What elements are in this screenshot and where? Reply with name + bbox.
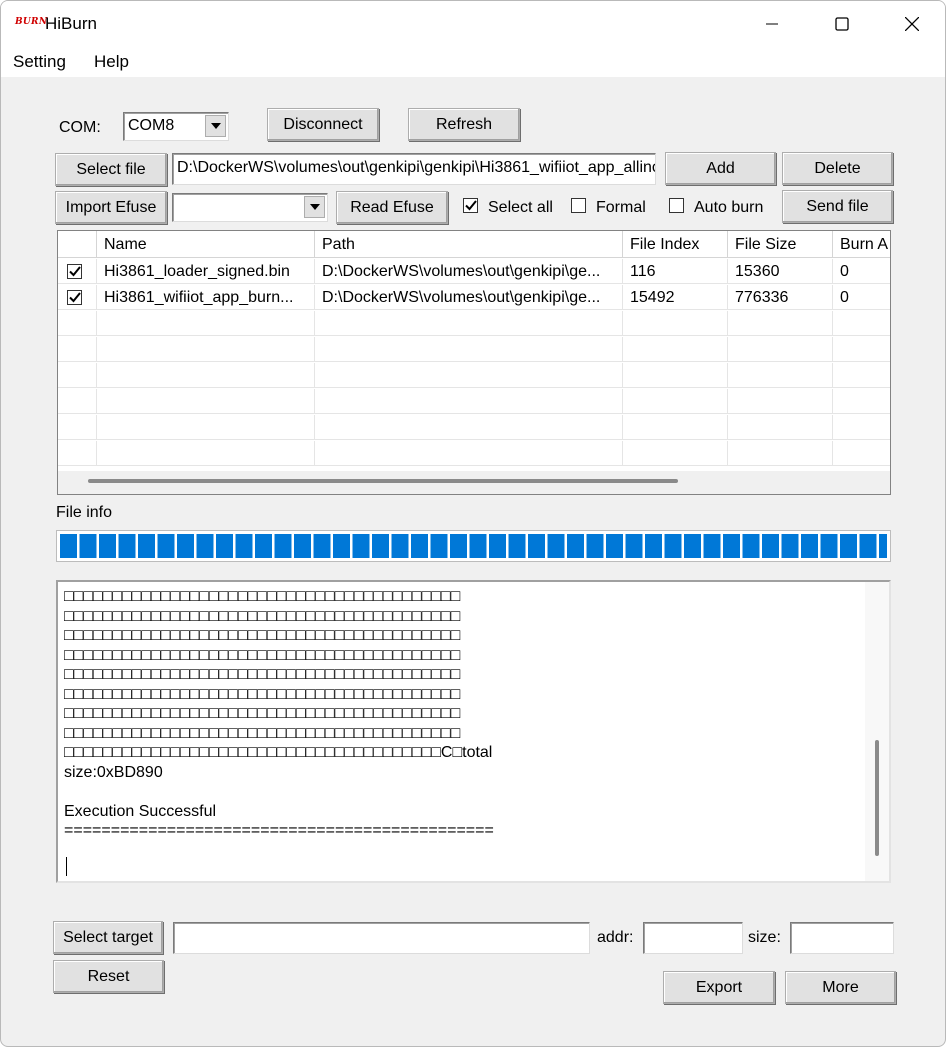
com-select-value: COM8 — [128, 117, 175, 134]
com-dropdown-button[interactable] — [205, 115, 226, 137]
log-scroll-thumb[interactable] — [875, 740, 879, 856]
row-path: D:\DockerWS\volumes\out\genkipi\ge... — [315, 259, 623, 284]
log-text: □□□□□□□□□□□□□□□□□□□□□□□□□□□□□□□□□□□□□□□□… — [64, 588, 494, 839]
table-row-empty — [58, 337, 890, 362]
efuse-dropdown-button[interactable] — [304, 196, 325, 218]
efuse-select[interactable] — [172, 193, 328, 222]
checkmark-icon — [68, 266, 81, 277]
row-check-cell — [58, 259, 97, 284]
app-logo: BURN — [15, 17, 48, 27]
chevron-down-icon — [309, 204, 320, 210]
table-row-empty — [58, 311, 890, 336]
maximize-button[interactable] — [807, 1, 877, 47]
more-button[interactable]: More — [785, 971, 896, 1004]
file-table: Name Path File Index File Size Burn A Hi… — [57, 230, 891, 495]
progress-fill — [60, 534, 887, 558]
delete-button[interactable]: Delete — [782, 152, 893, 185]
column-header-file-size[interactable]: File Size — [728, 231, 833, 258]
chevron-down-icon — [210, 123, 221, 129]
table-row-empty — [58, 363, 890, 388]
select-target-button[interactable]: Select target — [53, 921, 163, 954]
table-header: Name Path File Index File Size Burn A — [58, 231, 890, 258]
auto-burn-label[interactable]: Auto burn — [694, 199, 763, 217]
select-file-button[interactable]: Select file — [55, 153, 167, 186]
column-header-path[interactable]: Path — [315, 231, 623, 258]
burn-progress-bar — [56, 530, 891, 562]
table-scroll-thumb[interactable] — [88, 479, 678, 483]
select-all-label[interactable]: Select all — [488, 199, 553, 217]
com-select[interactable]: COM8 — [123, 112, 229, 141]
title-bar[interactable]: BURN HiBurn — [1, 1, 945, 47]
formal-label[interactable]: Formal — [596, 199, 646, 217]
table-row[interactable]: Hi3861_loader_signed.bin D:\DockerWS\vol… — [58, 259, 890, 284]
file-path-field[interactable]: D:\DockerWS\volumes\out\genkipi\genkipi\… — [172, 153, 656, 185]
file-info-label: File info — [56, 504, 113, 521]
menu-bar: Setting Help — [1, 47, 945, 77]
hiburn-window: BURN HiBurn Setting Help COM: COM8 Disco… — [0, 0, 946, 1047]
send-file-button[interactable]: Send file — [782, 190, 893, 223]
window-title: HiBurn — [45, 14, 97, 33]
select-all-checkbox[interactable] — [463, 198, 478, 213]
minimize-icon — [766, 23, 778, 25]
row-name: Hi3861_loader_signed.bin — [97, 259, 315, 284]
log-output[interactable]: □□□□□□□□□□□□□□□□□□□□□□□□□□□□□□□□□□□□□□□□… — [56, 580, 891, 883]
row-name: Hi3861_wifiiot_app_burn... — [97, 285, 315, 310]
column-header-check[interactable] — [58, 231, 97, 258]
row-file-index: 116 — [623, 259, 728, 284]
row-checkbox[interactable] — [67, 264, 82, 279]
table-horizontal-scrollbar[interactable] — [58, 471, 890, 494]
row-file-size: 15360 — [728, 259, 833, 284]
size-label: size: — [748, 929, 781, 946]
row-path: D:\DockerWS\volumes\out\genkipi\ge... — [315, 285, 623, 310]
reset-button[interactable]: Reset — [53, 960, 164, 993]
minimize-button[interactable] — [737, 1, 807, 47]
text-caret — [66, 857, 67, 876]
close-button[interactable] — [877, 1, 945, 47]
addr-label: addr: — [597, 929, 634, 946]
refresh-button[interactable]: Refresh — [408, 108, 520, 141]
menu-help[interactable]: Help — [94, 52, 129, 72]
export-button[interactable]: Export — [663, 971, 775, 1004]
row-burn-addr: 0 — [840, 289, 849, 306]
column-header-file-index[interactable]: File Index — [623, 231, 728, 258]
com-label: COM: — [59, 119, 101, 136]
read-efuse-button[interactable]: Read Efuse — [336, 191, 448, 224]
table-row[interactable]: Hi3861_wifiiot_app_burn... D:\DockerWS\v… — [58, 285, 890, 310]
formal-checkbox[interactable] — [571, 198, 586, 213]
column-header-burn-addr[interactable]: Burn A — [833, 231, 890, 258]
row-file-size: 776336 — [728, 285, 833, 310]
row-file-index: 15492 — [623, 285, 728, 310]
table-row-empty — [58, 389, 890, 414]
target-path-field[interactable] — [173, 922, 590, 954]
auto-burn-checkbox[interactable] — [669, 198, 684, 213]
checkmark-icon — [68, 292, 81, 303]
addr-field[interactable] — [643, 922, 743, 954]
size-field[interactable] — [790, 922, 894, 954]
table-row-empty — [58, 415, 890, 440]
menu-setting[interactable]: Setting — [13, 52, 66, 72]
add-button[interactable]: Add — [665, 152, 776, 185]
maximize-icon — [835, 17, 849, 31]
checkmark-icon — [464, 200, 477, 211]
disconnect-button[interactable]: Disconnect — [267, 108, 379, 141]
row-checkbox[interactable] — [67, 290, 82, 305]
log-vertical-scrollbar[interactable] — [865, 582, 889, 881]
column-header-name[interactable]: Name — [97, 231, 315, 258]
row-check-cell — [58, 285, 97, 310]
table-row-empty — [58, 441, 890, 466]
close-icon — [905, 17, 919, 31]
row-burn-addr: 0 — [840, 263, 849, 280]
import-efuse-button[interactable]: Import Efuse — [55, 191, 167, 224]
